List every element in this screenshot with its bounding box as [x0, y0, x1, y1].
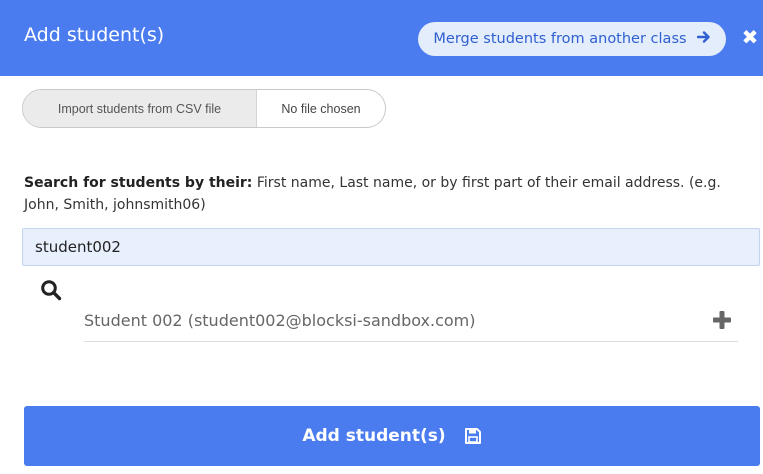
close-icon[interactable]: ✖ [740, 26, 760, 50]
student-search-input[interactable] [22, 228, 760, 266]
add-students-button[interactable]: Add student(s) [24, 406, 760, 466]
merge-students-label: Merge students from another class [433, 31, 687, 47]
import-csv-button[interactable]: Import students from CSV file [23, 90, 257, 127]
dialog-header: Add student(s) Merge students from anoth… [0, 0, 763, 76]
search-help-text: Search for students by their: First name… [24, 172, 744, 216]
search-result-label: Student 002 (student002@blocksi-sandbox.… [84, 311, 476, 330]
arrow-right-icon [696, 30, 711, 48]
save-icon [464, 427, 482, 445]
search-result-item[interactable]: Student 002 (student002@blocksi-sandbox.… [84, 300, 738, 342]
file-status: No file chosen [281, 101, 361, 116]
dialog-title: Add student(s) [24, 24, 165, 46]
add-students-label: Add student(s) [302, 426, 446, 446]
search-help-label: Search for students by their: [24, 175, 253, 191]
search-icon [40, 279, 62, 301]
plus-icon[interactable] [712, 310, 732, 330]
merge-students-button[interactable]: Merge students from another class [418, 22, 726, 56]
csv-file-input[interactable]: Import students from CSV file No file ch… [22, 89, 386, 128]
